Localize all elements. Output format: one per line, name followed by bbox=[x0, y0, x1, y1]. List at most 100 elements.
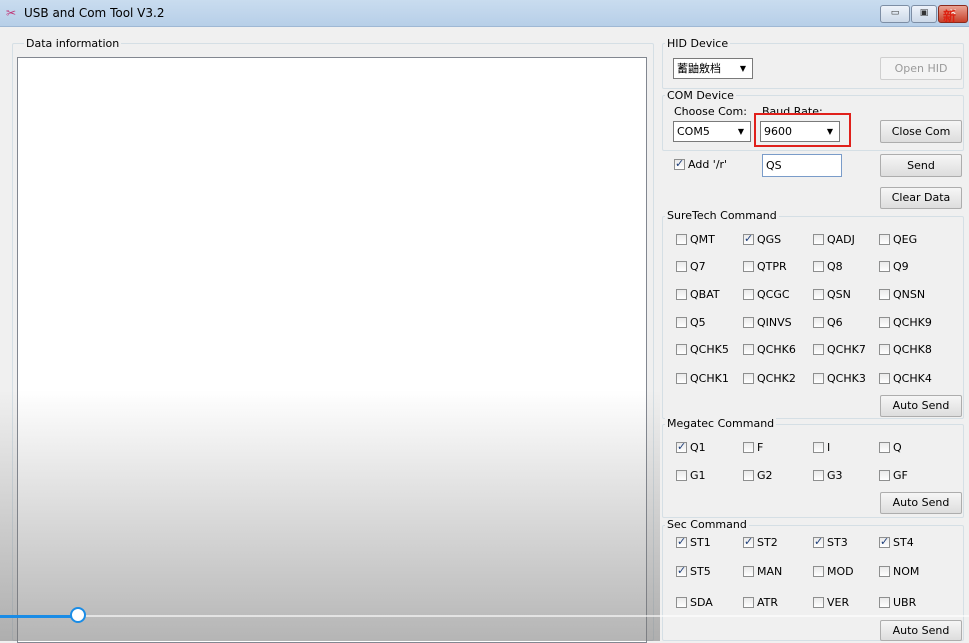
checkbox-label: QCHK9 bbox=[893, 316, 932, 329]
checkbox-box bbox=[743, 317, 754, 328]
sec-checkbox-mod[interactable]: MOD bbox=[813, 565, 854, 578]
checkbox-box bbox=[676, 344, 687, 355]
sec-checkbox-man[interactable]: MAN bbox=[743, 565, 782, 578]
data-output-area[interactable] bbox=[17, 57, 647, 643]
checkbox-label: ST5 bbox=[690, 565, 711, 578]
megatec-checkbox-g2[interactable]: G2 bbox=[743, 469, 773, 482]
checkbox-box bbox=[676, 440, 687, 453]
checkbox-box bbox=[674, 157, 685, 170]
hid-device-select[interactable]: 蓄鼬敫档 ▼ bbox=[673, 58, 753, 79]
checkbox-label: QTPR bbox=[757, 260, 787, 273]
close-com-button[interactable]: Close Com bbox=[880, 120, 962, 143]
suretech-checkbox-qnsn[interactable]: QNSN bbox=[879, 288, 925, 301]
checkbox-box bbox=[813, 317, 824, 328]
checkbox-box bbox=[676, 597, 687, 608]
suretech-checkbox-qchk3[interactable]: QCHK3 bbox=[813, 372, 866, 385]
checkbox-box bbox=[879, 344, 890, 355]
megatec-checkbox-f[interactable]: F bbox=[743, 441, 763, 454]
checkbox-box bbox=[676, 535, 687, 548]
add-r-checkbox[interactable]: Add '/r' bbox=[674, 157, 727, 171]
tool-icon: ✂ bbox=[6, 6, 17, 20]
suretech-auto-send-button[interactable]: Auto Send bbox=[880, 395, 962, 417]
checkbox-box bbox=[813, 470, 824, 481]
sec-auto-send-button[interactable]: Auto Send bbox=[880, 620, 962, 641]
checkbox-label: QCHK2 bbox=[757, 372, 796, 385]
suretech-checkbox-qmt[interactable]: QMT bbox=[676, 233, 715, 246]
sec-checkbox-ubr[interactable]: UBR bbox=[879, 596, 916, 609]
suretech-checkbox-qeg[interactable]: QEG bbox=[879, 233, 917, 246]
suretech-checkbox-qadj[interactable]: QADJ bbox=[813, 233, 855, 246]
window-title: USB and Com Tool V3.2 bbox=[24, 6, 165, 20]
megatec-checkbox-q[interactable]: Q bbox=[879, 441, 902, 454]
minimize-button[interactable]: ▭ bbox=[880, 5, 910, 23]
megatec-auto-send-button[interactable]: Auto Send bbox=[880, 492, 962, 514]
checkbox-label: QADJ bbox=[827, 233, 855, 246]
checkbox-label: Q6 bbox=[827, 316, 843, 329]
com-port-select[interactable]: COM5 ▼ bbox=[673, 121, 751, 142]
sec-checkbox-atr[interactable]: ATR bbox=[743, 596, 778, 609]
clear-data-button[interactable]: Clear Data bbox=[880, 187, 962, 209]
megatec-checkbox-gf[interactable]: GF bbox=[879, 469, 908, 482]
checkbox-box bbox=[743, 232, 754, 245]
megatec-checkbox-g1[interactable]: G1 bbox=[676, 469, 706, 482]
sec-checkbox-sda[interactable]: SDA bbox=[676, 596, 713, 609]
checkbox-box bbox=[813, 344, 824, 355]
suretech-checkbox-qcgc[interactable]: QCGC bbox=[743, 288, 790, 301]
suretech-checkbox-qchk1[interactable]: QCHK1 bbox=[676, 372, 729, 385]
megatec-checkbox-i[interactable]: I bbox=[813, 441, 830, 454]
checkbox-box bbox=[676, 261, 687, 272]
megatec-checkbox-g3[interactable]: G3 bbox=[813, 469, 843, 482]
suretech-checkbox-qchk9[interactable]: QCHK9 bbox=[879, 316, 932, 329]
suretech-checkbox-qsn[interactable]: QSN bbox=[813, 288, 851, 301]
suretech-checkbox-qchk6[interactable]: QCHK6 bbox=[743, 343, 796, 356]
sec-checkbox-st5[interactable]: ST5 bbox=[676, 564, 711, 578]
open-hid-button[interactable]: Open HID bbox=[880, 57, 962, 80]
checkbox-label: QCHK1 bbox=[690, 372, 729, 385]
sec-checkbox-st2[interactable]: ST2 bbox=[743, 535, 778, 549]
checkbox-label: QGS bbox=[757, 233, 782, 246]
checkbox-box bbox=[743, 442, 754, 453]
suretech-title: SureTech Command bbox=[665, 209, 779, 222]
sec-checkbox-st4[interactable]: ST4 bbox=[879, 535, 914, 549]
progress-handle[interactable] bbox=[70, 607, 86, 623]
suretech-checkbox-qtpr[interactable]: QTPR bbox=[743, 260, 787, 273]
checkbox-box bbox=[813, 442, 824, 453]
checkbox-label: QEG bbox=[893, 233, 918, 246]
checkbox-label: QCGC bbox=[757, 288, 790, 301]
checkbox-label: Q bbox=[893, 441, 902, 454]
title-bar: ✂ USB and Com Tool V3.2 ▭ ▣ ✕ 新 bbox=[0, 0, 969, 27]
checkbox-label: QCHK5 bbox=[690, 343, 729, 356]
suretech-checkbox-qchk4[interactable]: QCHK4 bbox=[879, 372, 932, 385]
maximize-button[interactable]: ▣ bbox=[911, 5, 937, 23]
suretech-checkbox-qinvs[interactable]: QINVS bbox=[743, 316, 792, 329]
checkbox-label: QCHK3 bbox=[827, 372, 866, 385]
checkbox-box bbox=[743, 566, 754, 577]
send-button[interactable]: Send bbox=[880, 154, 962, 177]
sec-checkbox-ver[interactable]: VER bbox=[813, 596, 849, 609]
suretech-checkbox-q5[interactable]: Q5 bbox=[676, 316, 706, 329]
checkbox-label: QNSN bbox=[893, 288, 926, 301]
checkbox-label: GF bbox=[893, 469, 908, 482]
checkbox-box bbox=[743, 535, 754, 548]
suretech-checkbox-q8[interactable]: Q8 bbox=[813, 260, 843, 273]
checkbox-box bbox=[879, 289, 890, 300]
sec-checkbox-st1[interactable]: ST1 bbox=[676, 535, 711, 549]
suretech-checkbox-qchk2[interactable]: QCHK2 bbox=[743, 372, 796, 385]
suretech-checkbox-q6[interactable]: Q6 bbox=[813, 316, 843, 329]
suretech-checkbox-q7[interactable]: Q7 bbox=[676, 260, 706, 273]
megatec-checkbox-q1[interactable]: Q1 bbox=[676, 440, 706, 454]
suretech-checkbox-q9[interactable]: Q9 bbox=[879, 260, 909, 273]
checkbox-label: QSN bbox=[827, 288, 851, 301]
checkbox-label: NOM bbox=[893, 565, 920, 578]
data-info-title: Data information bbox=[24, 37, 122, 50]
suretech-checkbox-qbat[interactable]: QBAT bbox=[676, 288, 720, 301]
checkbox-box bbox=[743, 597, 754, 608]
suretech-checkbox-qchk8[interactable]: QCHK8 bbox=[879, 343, 932, 356]
checkbox-label: I bbox=[827, 441, 831, 454]
sec-checkbox-nom[interactable]: NOM bbox=[879, 565, 919, 578]
send-text-input[interactable]: QS bbox=[762, 154, 842, 177]
suretech-checkbox-qchk7[interactable]: QCHK7 bbox=[813, 343, 866, 356]
sec-checkbox-st3[interactable]: ST3 bbox=[813, 535, 848, 549]
suretech-checkbox-qgs[interactable]: QGS bbox=[743, 232, 782, 246]
suretech-checkbox-qchk5[interactable]: QCHK5 bbox=[676, 343, 729, 356]
